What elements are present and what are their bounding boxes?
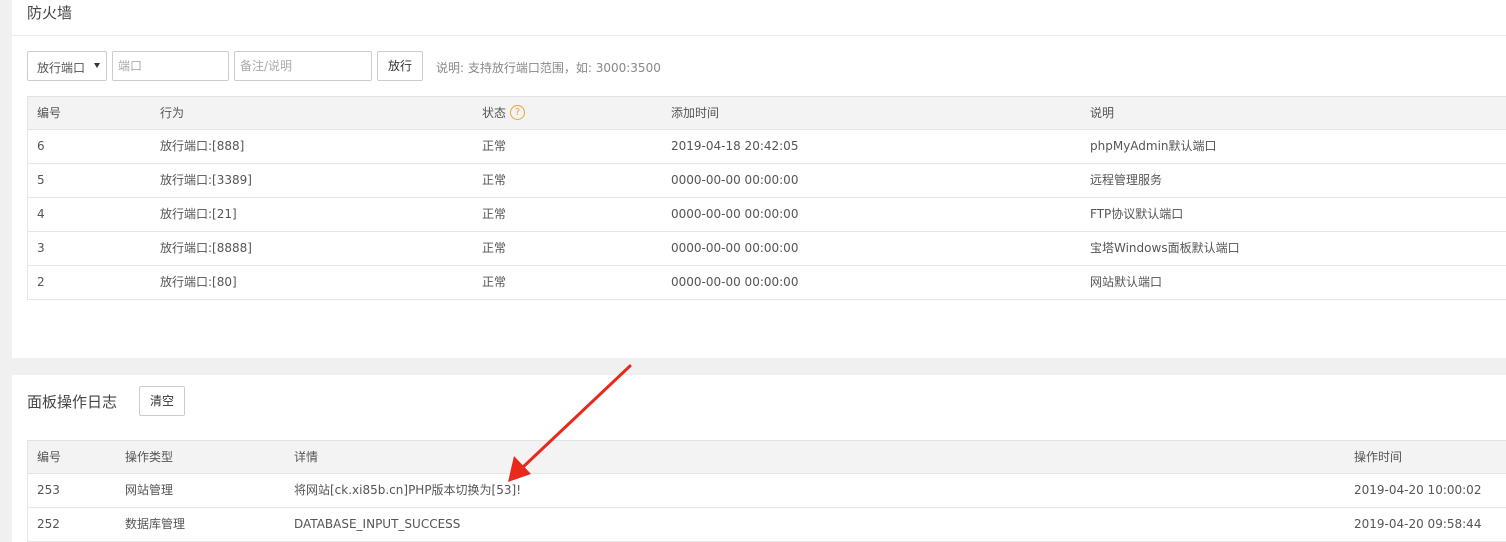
row-time: 2019-04-20 09:58:44 (1354, 517, 1482, 531)
row-id: 253 (37, 483, 60, 497)
row-action: 放行端口:[80] (160, 275, 237, 289)
row-status: 正常 (482, 173, 507, 187)
rule-type-value: 放行端口 (37, 61, 86, 75)
row-status: 正常 (482, 207, 507, 221)
table-header: 编号 操作类型 详情 操作时间 (28, 440, 1506, 474)
row-status: 正常 (482, 139, 507, 153)
col-action: 行为 (160, 106, 185, 120)
row-id: 2 (37, 275, 45, 289)
port-input[interactable] (112, 51, 229, 81)
row-action: 放行端口:[21] (160, 207, 237, 221)
row-note: 网站默认端口 (1090, 275, 1163, 289)
col-id: 编号 (37, 106, 62, 120)
hint-text: 说明: 支持放行端口范围，如: 3000:3500 (436, 61, 661, 75)
row-detail: DATABASE_INPUT_SUCCESS (294, 517, 461, 531)
log-title: 面板操作日志 (27, 393, 118, 411)
row-id: 6 (37, 139, 45, 153)
row-type: 数据库管理 (125, 517, 186, 531)
allow-button[interactable]: 放行 (377, 51, 423, 81)
row-note: 宝塔Windows面板默认端口 (1090, 241, 1240, 255)
table-row: 253 网站管理 将网站[ck.xi85b.cn]PHP版本切换为[53]! 2… (28, 474, 1506, 508)
row-id: 3 (37, 241, 45, 255)
row-note: phpMyAdmin默认端口 (1090, 139, 1217, 153)
row-time: 0000-00-00 00:00:00 (671, 207, 799, 221)
row-action: 放行端口:[888] (160, 139, 245, 153)
note-input[interactable] (234, 51, 372, 81)
row-action: 放行端口:[8888] (160, 241, 252, 255)
col-type: 操作类型 (125, 450, 174, 464)
col-detail: 详情 (294, 450, 319, 464)
table-row: 4 放行端口:[21] 正常 0000-00-00 00:00:00 FTP协议… (28, 198, 1506, 232)
log-table: 编号 操作类型 详情 操作时间 253 网站管理 将网站[ck.xi85b.cn… (27, 440, 1506, 542)
col-status: 状态? (482, 97, 526, 130)
row-action: 放行端口:[3389] (160, 173, 252, 187)
table-row: 3 放行端口:[8888] 正常 0000-00-00 00:00:00 宝塔W… (28, 232, 1506, 266)
chevron-down-icon (94, 63, 100, 68)
col-id: 编号 (37, 450, 62, 464)
row-detail: 将网站[ck.xi85b.cn]PHP版本切换为[53]! (294, 483, 522, 497)
row-status: 正常 (482, 241, 507, 255)
row-status: 正常 (482, 275, 507, 289)
table-row: 5 放行端口:[3389] 正常 0000-00-00 00:00:00 远程管… (28, 164, 1506, 198)
table-header: 编号 行为 状态? 添加时间 说明 (28, 96, 1506, 130)
row-time: 2019-04-20 10:00:02 (1354, 483, 1482, 497)
row-time: 2019-04-18 20:42:05 (671, 139, 799, 153)
table-row: 252 数据库管理 DATABASE_INPUT_SUCCESS 2019-04… (28, 508, 1506, 542)
firewall-table: 编号 行为 状态? 添加时间 说明 6 放行端口:[888] 正常 2019-0… (27, 96, 1506, 300)
row-note: 远程管理服务 (1090, 173, 1163, 187)
row-time: 0000-00-00 00:00:00 (671, 173, 799, 187)
firewall-title: 防火墙 (27, 4, 73, 22)
col-time: 操作时间 (1354, 450, 1403, 464)
col-note: 说明 (1090, 106, 1115, 120)
row-id: 5 (37, 173, 45, 187)
col-time: 添加时间 (671, 106, 720, 120)
rule-type-select[interactable]: 放行端口 (27, 51, 107, 81)
clear-button[interactable]: 清空 (139, 386, 185, 416)
table-row: 6 放行端口:[888] 正常 2019-04-18 20:42:05 phpM… (28, 130, 1506, 164)
row-time: 0000-00-00 00:00:00 (671, 241, 799, 255)
help-icon[interactable]: ? (510, 105, 526, 120)
col-status-label: 状态 (482, 106, 507, 120)
row-id: 4 (37, 207, 45, 221)
row-id: 252 (37, 517, 60, 531)
row-type: 网站管理 (125, 483, 174, 497)
row-time: 0000-00-00 00:00:00 (671, 275, 799, 289)
row-note: FTP协议默认端口 (1090, 207, 1184, 221)
firewall-panel: 防火墙 放行端口 放行 说明: 支持放行端口范围，如: 3000:3500 编号… (12, 0, 1506, 358)
table-row: 2 放行端口:[80] 正常 0000-00-00 00:00:00 网站默认端… (28, 266, 1506, 300)
divider (12, 35, 1506, 36)
